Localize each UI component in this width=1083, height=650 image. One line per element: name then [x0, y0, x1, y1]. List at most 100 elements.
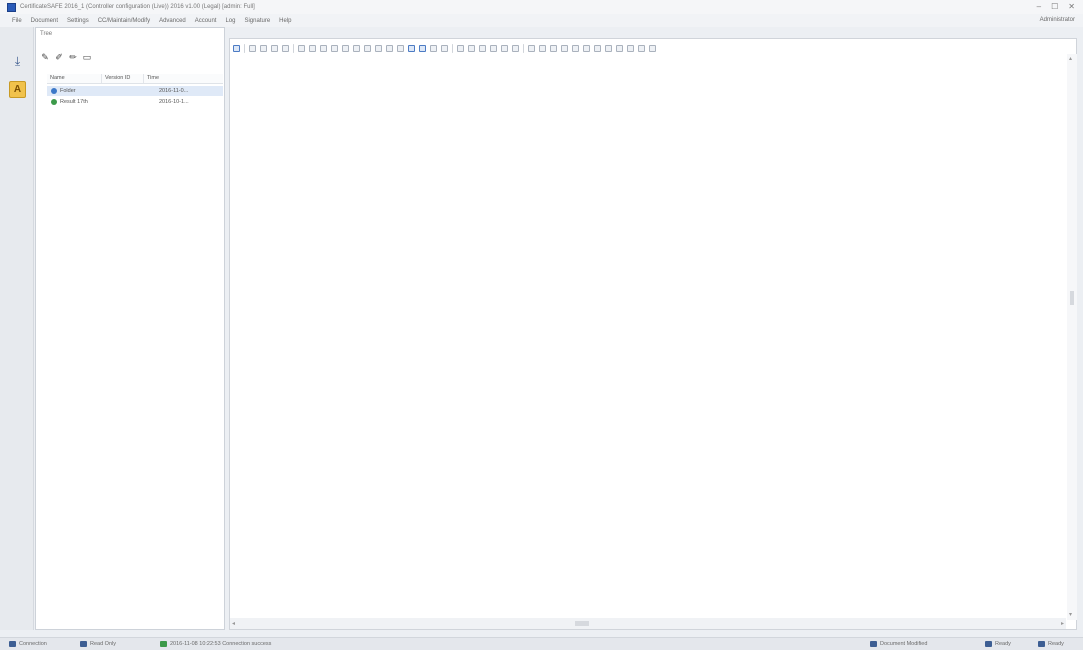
- status-connection-label: Connection: [19, 641, 47, 647]
- toolbar-separator: [244, 43, 245, 53]
- column-name[interactable]: Name: [47, 74, 102, 83]
- polygon-tool-icon[interactable]: [364, 44, 371, 52]
- arrow-tool-icon[interactable]: [320, 44, 327, 52]
- pen-edit-icon[interactable]: ✏: [68, 52, 78, 62]
- ungroup-icon[interactable]: [605, 44, 612, 52]
- image-tool-icon[interactable]: [386, 44, 393, 52]
- connection-icon: [9, 641, 16, 647]
- group-icon[interactable]: [594, 44, 601, 52]
- status-document-label: Document Modified: [880, 641, 928, 647]
- maximize-button[interactable]: ☐: [1051, 2, 1058, 11]
- close-button[interactable]: ✕: [1068, 2, 1075, 11]
- status-dot-icon: [51, 99, 57, 105]
- zoom-in-icon[interactable]: [408, 44, 415, 52]
- status-ready-1: Ready: [985, 641, 1011, 647]
- tree-toolbar: ✎ ✐ ✏ ▭: [40, 52, 92, 62]
- delete-icon[interactable]: [271, 44, 278, 52]
- bring-front-icon[interactable]: [572, 44, 579, 52]
- menu-help[interactable]: Help: [279, 18, 291, 24]
- table-tool-icon[interactable]: [397, 44, 404, 52]
- toolbar-separator: [293, 43, 294, 53]
- status-ready-label-2: Ready: [1048, 641, 1064, 647]
- pointer-tool-icon[interactable]: [331, 44, 338, 52]
- align-center-icon[interactable]: [468, 44, 475, 52]
- vertical-scroll-thumb[interactable]: [1070, 291, 1074, 305]
- document-canvas[interactable]: [229, 38, 1077, 630]
- status-dot-icon: [51, 88, 57, 94]
- menu-settings[interactable]: Settings: [67, 18, 89, 24]
- checkbox-tool-icon[interactable]: [375, 44, 382, 52]
- document-icon: [870, 641, 877, 647]
- app-icon: [7, 2, 16, 12]
- toolbar-separator: [523, 43, 524, 53]
- menu-maintain[interactable]: CC/Maintain/Modify: [98, 18, 150, 24]
- minimize-button[interactable]: –: [1037, 2, 1041, 11]
- rectangle-tool-icon[interactable]: [342, 44, 349, 52]
- pen-icon[interactable]: ✎: [40, 52, 50, 62]
- zoom-out-icon[interactable]: [419, 44, 426, 52]
- scroll-up-icon[interactable]: ▴: [1069, 56, 1075, 62]
- align-bottom-icon[interactable]: [512, 44, 519, 52]
- user-label[interactable]: Administrator: [1040, 17, 1075, 23]
- toolbar-separator: [452, 43, 453, 53]
- properties-icon[interactable]: [627, 44, 634, 52]
- redo-icon[interactable]: [260, 44, 267, 52]
- tree-panel: Tree ✎ ✐ ✏ ▭ Name Version ID Time Folder…: [35, 27, 225, 630]
- same-height-icon[interactable]: [561, 44, 568, 52]
- pen-multi-icon[interactable]: ✐: [54, 52, 64, 62]
- status-connection[interactable]: Connection: [9, 641, 47, 647]
- grid-header: Name Version ID Time: [47, 74, 223, 84]
- text-tool-icon[interactable]: [298, 44, 305, 52]
- more-icon[interactable]: [649, 44, 656, 52]
- status-ready-2: Ready: [1038, 641, 1064, 647]
- scroll-left-icon[interactable]: ◂: [232, 620, 235, 627]
- layer-icon[interactable]: [638, 44, 645, 52]
- menu-account[interactable]: Account: [195, 18, 217, 24]
- signature-icon[interactable]: A: [9, 81, 26, 98]
- editing-toolbar: [229, 42, 989, 54]
- lock-icon[interactable]: [616, 44, 623, 52]
- horizontal-scrollbar[interactable]: ◂ ▸: [230, 618, 1066, 629]
- menu-document[interactable]: Document: [31, 18, 58, 24]
- table-row[interactable]: Result 17th 2016-10-1...: [47, 97, 223, 107]
- distribute-v-icon[interactable]: [539, 44, 546, 52]
- ellipse-tool-icon[interactable]: [353, 44, 360, 52]
- table-row[interactable]: Folder 2016-11-0...: [47, 86, 223, 96]
- folder-icon[interactable]: ▭: [82, 52, 92, 62]
- distribute-h-icon[interactable]: [528, 44, 535, 52]
- scroll-down-icon[interactable]: ▾: [1069, 612, 1075, 618]
- horizontal-scroll-thumb[interactable]: [575, 621, 589, 626]
- vertical-scrollbar[interactable]: ▴ ▾: [1067, 54, 1077, 620]
- menu-file[interactable]: File: [12, 18, 22, 24]
- column-time[interactable]: Time: [144, 74, 223, 83]
- align-left-icon[interactable]: [457, 44, 464, 52]
- scroll-right-icon[interactable]: ▸: [1061, 620, 1064, 627]
- copy-icon[interactable]: [282, 44, 289, 52]
- menu-log[interactable]: Log: [225, 18, 235, 24]
- menu-advanced[interactable]: Advanced: [159, 18, 186, 24]
- align-middle-icon[interactable]: [501, 44, 508, 52]
- status-message: 2016-11-08 10:22:53 Connection success: [160, 641, 271, 647]
- fit-page-icon[interactable]: [430, 44, 437, 52]
- menu-signature[interactable]: Signature: [244, 18, 270, 24]
- same-width-icon[interactable]: [550, 44, 557, 52]
- window-title: CertificateSAFE 2016_1 (Controller confi…: [20, 4, 255, 10]
- line-tool-icon[interactable]: [309, 44, 316, 52]
- status-ready-label: Ready: [995, 641, 1011, 647]
- align-right-icon[interactable]: [479, 44, 486, 52]
- window-controls: – ☐ ✕: [1037, 2, 1075, 11]
- download-icon[interactable]: ⤓: [9, 53, 26, 70]
- title-bar: CertificateSAFE 2016_1 (Controller confi…: [0, 0, 1083, 14]
- undo-icon[interactable]: [249, 44, 256, 52]
- column-version[interactable]: Version ID: [102, 74, 144, 83]
- status-readonly[interactable]: Read Only: [80, 641, 116, 647]
- grid-icon[interactable]: [441, 44, 448, 52]
- send-back-icon[interactable]: [583, 44, 590, 52]
- align-top-icon[interactable]: [490, 44, 497, 52]
- left-icon-strip: ⤓ A: [0, 27, 34, 630]
- cursor-tool-icon[interactable]: [233, 44, 240, 52]
- ready-icon: [985, 641, 992, 647]
- row-time: 2016-10-1...: [159, 99, 189, 105]
- menu-bar: File Document Settings CC/Maintain/Modif…: [0, 14, 1083, 27]
- row-name: Result 17th: [60, 99, 88, 105]
